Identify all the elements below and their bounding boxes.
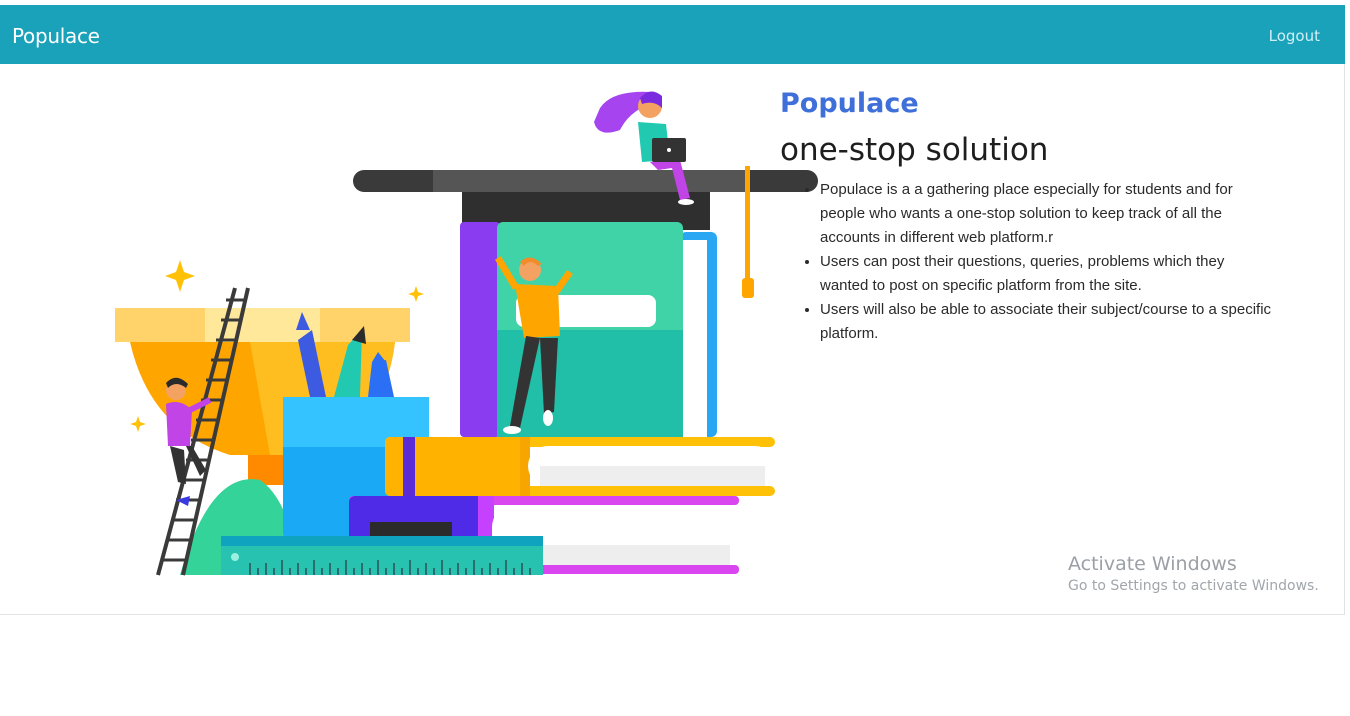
navbar-brand[interactable]: Populace xyxy=(12,24,100,48)
watermark-subtitle: Go to Settings to activate Windows. xyxy=(1068,578,1319,594)
navbar: Populace Logout xyxy=(0,5,1345,64)
activate-windows-watermark: Activate Windows Go to Settings to activ… xyxy=(1068,553,1319,594)
logout-link[interactable]: Logout xyxy=(1269,27,1320,45)
feature-item: Users can post their questions, queries,… xyxy=(820,250,1272,298)
watermark-title: Activate Windows xyxy=(1068,553,1237,575)
feature-item: Populace is a a gathering place especial… xyxy=(820,178,1272,250)
education-illustration xyxy=(115,91,818,576)
hero-brand: Populace xyxy=(780,88,919,119)
feature-list: Populace is a a gathering place especial… xyxy=(780,178,1272,346)
feature-item: Users will also be able to associate the… xyxy=(820,298,1272,346)
hero-title: one-stop solution xyxy=(780,132,1049,168)
